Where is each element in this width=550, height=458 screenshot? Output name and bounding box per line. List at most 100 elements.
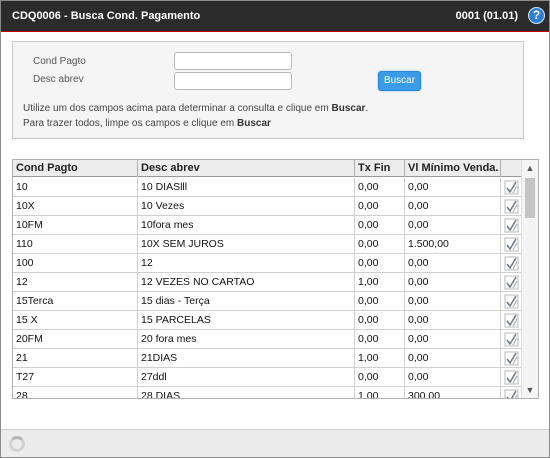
select-check-icon[interactable]: [504, 199, 519, 214]
table-row[interactable]: 10X 10 Vezes 0,00 0,00: [13, 197, 522, 216]
status-footer: [1, 429, 549, 457]
cell-tx-fin: 0,00: [355, 368, 405, 386]
select-check-icon[interactable]: [504, 389, 519, 398]
table-row[interactable]: 21 21DIAS 1,00 0,00: [13, 349, 522, 368]
cell-cond-pagto: 28: [13, 387, 138, 398]
table-row[interactable]: T27 27ddl 0,00 0,00: [13, 368, 522, 387]
cell-action: [501, 197, 522, 215]
cell-tx-fin: 1,00: [355, 387, 405, 398]
cell-tx-fin: 0,00: [355, 197, 405, 215]
scroll-down-arrow-icon[interactable]: ▼: [522, 384, 538, 396]
select-check-icon[interactable]: [504, 256, 519, 271]
cell-cond-pagto: 15 X: [13, 311, 138, 329]
buscar-button[interactable]: Buscar: [378, 71, 421, 91]
cell-tx-fin: 0,00: [355, 330, 405, 348]
scroll-up-arrow-icon[interactable]: ▲: [522, 162, 538, 174]
cell-tx-fin: 0,00: [355, 235, 405, 253]
select-check-icon[interactable]: [504, 275, 519, 290]
dialog-window: CDQ0006 - Busca Cond. Pagamento 0001 (01…: [0, 0, 550, 458]
column-header-action: [501, 160, 522, 177]
cell-desc-abrev: 15 dias - Terça: [138, 292, 355, 310]
cell-vl-minimo-venda: 0,00: [405, 311, 501, 329]
loading-spinner-icon: [9, 436, 25, 452]
cell-desc-abrev: 15 PARCELAS: [138, 311, 355, 329]
cell-desc-abrev: 28 DIAS: [138, 387, 355, 398]
cell-cond-pagto: 21: [13, 349, 138, 367]
select-check-icon[interactable]: [504, 218, 519, 233]
cell-desc-abrev: 27ddl: [138, 368, 355, 386]
cell-action: [501, 311, 522, 329]
table-row[interactable]: 10FM 10fora mes 0,00 0,00: [13, 216, 522, 235]
search-panel: Cond Pagto Desc abrev Buscar Utilize um …: [12, 41, 524, 139]
cell-tx-fin: 1,00: [355, 349, 405, 367]
cell-cond-pagto: T27: [13, 368, 138, 386]
cell-desc-abrev: 10 Vezes: [138, 197, 355, 215]
cell-desc-abrev: 10 DIASlll: [138, 178, 355, 196]
hint-line-1-end: .: [365, 103, 369, 114]
hint-line-2-text: Para trazer todos, limpe os campos e cli…: [23, 118, 237, 129]
cell-desc-abrev: 12: [138, 254, 355, 272]
cell-vl-minimo-venda: 0,00: [405, 349, 501, 367]
cell-vl-minimo-venda: 0,00: [405, 273, 501, 291]
cond-pagto-label: Cond Pagto: [33, 56, 86, 67]
select-check-icon[interactable]: [504, 351, 519, 366]
cell-vl-minimo-venda: 0,00: [405, 292, 501, 310]
cell-tx-fin: 0,00: [355, 178, 405, 196]
version-code: 0001 (01.01): [455, 10, 518, 22]
cell-vl-minimo-venda: 300,00: [405, 387, 501, 398]
cell-action: [501, 292, 522, 310]
table-row[interactable]: 20FM 20 fora mes 0,00 0,00: [13, 330, 522, 349]
column-header-vl-minimo-venda[interactable]: Vl Mínimo Venda.: [405, 160, 501, 177]
table-row[interactable]: 12 12 VEZES NO CARTAO 1,00 0,00: [13, 273, 522, 292]
cell-action: [501, 330, 522, 348]
cell-desc-abrev: 10fora mes: [138, 216, 355, 234]
cell-vl-minimo-venda: 0,00: [405, 254, 501, 272]
cell-cond-pagto: 10X: [13, 197, 138, 215]
column-header-cond-pagto[interactable]: Cond Pagto: [13, 160, 138, 177]
select-check-icon[interactable]: [504, 332, 519, 347]
hint-line-2-bold: Buscar: [236, 118, 271, 129]
cell-tx-fin: 0,00: [355, 216, 405, 234]
grid-header: Cond Pagto Desc abrev Tx Fin Vl Mínimo V…: [13, 160, 522, 177]
cell-action: [501, 254, 522, 272]
cell-cond-pagto: 15Terca: [13, 292, 138, 310]
desc-abrev-input[interactable]: [174, 72, 292, 90]
cond-pagto-input[interactable]: [174, 52, 292, 70]
select-check-icon[interactable]: [504, 294, 519, 309]
hint-line-2: Para trazer todos, limpe os campos e cli…: [23, 118, 271, 129]
cell-vl-minimo-venda: 0,00: [405, 330, 501, 348]
cell-vl-minimo-venda: 0,00: [405, 368, 501, 386]
table-row[interactable]: 110 10X SEM JUROS 0,00 1.500,00: [13, 235, 522, 254]
cell-action: [501, 273, 522, 291]
cell-tx-fin: 0,00: [355, 292, 405, 310]
table-row[interactable]: 100 12 0,00 0,00: [13, 254, 522, 273]
cell-tx-fin: 0,00: [355, 311, 405, 329]
results-grid: Cond Pagto Desc abrev Tx Fin Vl Mínimo V…: [12, 159, 539, 399]
column-header-tx-fin[interactable]: Tx Fin: [355, 160, 405, 177]
cell-cond-pagto: 100: [13, 254, 138, 272]
hint-line-1-bold: Buscar: [331, 103, 366, 114]
grid-rows: 10 10 DIASlll 0,00 0,00 10X 10 Vezes 0,00 0,00 1…: [13, 178, 522, 398]
hint-line-1: Utilize um dos campos acima para determi…: [23, 103, 368, 114]
cell-action: [501, 387, 522, 398]
select-check-icon[interactable]: [504, 370, 519, 385]
cell-action: [501, 368, 522, 386]
vertical-scrollbar[interactable]: ▲ ▼: [521, 160, 538, 398]
column-header-desc-abrev[interactable]: Desc abrev: [138, 160, 355, 177]
select-check-icon[interactable]: [504, 237, 519, 252]
cell-cond-pagto: 20FM: [13, 330, 138, 348]
scroll-thumb[interactable]: [525, 178, 535, 218]
cell-action: [501, 178, 522, 196]
select-check-icon[interactable]: [504, 313, 519, 328]
window-title: CDQ0006 - Busca Cond. Pagamento: [12, 10, 201, 22]
table-row[interactable]: 15Terca 15 dias - Terça 0,00 0,00: [13, 292, 522, 311]
table-row[interactable]: 15 X 15 PARCELAS 0,00 0,00: [13, 311, 522, 330]
cell-action: [501, 235, 522, 253]
help-icon[interactable]: ?: [528, 7, 545, 24]
select-check-icon[interactable]: [504, 180, 519, 195]
cell-vl-minimo-venda: 0,00: [405, 197, 501, 215]
title-bar: CDQ0006 - Busca Cond. Pagamento 0001 (01…: [1, 1, 549, 32]
cell-cond-pagto: 10FM: [13, 216, 138, 234]
table-row[interactable]: 10 10 DIASlll 0,00 0,00: [13, 178, 522, 197]
table-row[interactable]: 28 28 DIAS 1,00 300,00: [13, 387, 522, 398]
